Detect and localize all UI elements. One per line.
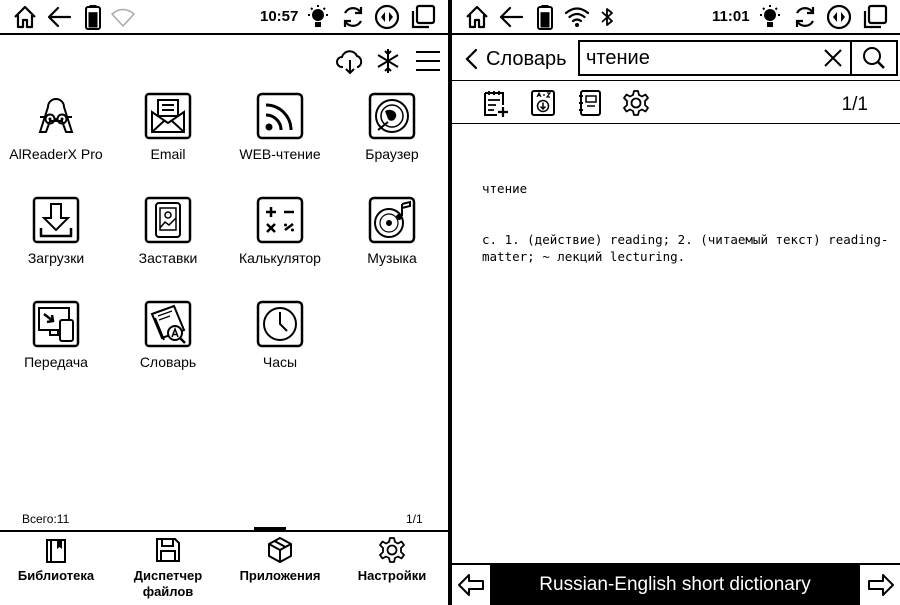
status-bar: 10:57: [0, 0, 448, 35]
bottom-navigation: Библиотека Диспетчер файлов Приложения Н: [0, 527, 448, 605]
back-arrow-icon[interactable]: [498, 4, 524, 30]
page-turn-icon[interactable]: [374, 4, 400, 30]
clock-icon: [256, 300, 304, 348]
nav-settings[interactable]: Настройки: [336, 532, 448, 584]
arrow-left-icon: [458, 574, 484, 596]
nav-file-manager[interactable]: Диспетчер файлов: [112, 532, 224, 600]
refresh-icon[interactable]: [340, 4, 366, 30]
dictionary-panel: 11:01 Словарь чтение 1/1 чтение с. 1. (д…: [452, 0, 900, 605]
home-icon[interactable]: [464, 4, 490, 30]
app-email[interactable]: Email: [112, 92, 224, 162]
multitask-icon[interactable]: [410, 4, 436, 30]
nav-label: Настройки: [357, 568, 427, 583]
rss-icon: [256, 92, 304, 140]
bluetooth-icon[interactable]: [594, 4, 620, 30]
arrow-right-icon: [868, 574, 894, 596]
app-dictionary[interactable]: Словарь: [112, 300, 224, 370]
close-icon[interactable]: [820, 45, 846, 71]
total-count: Всего:11: [22, 512, 70, 526]
active-tab-indicator: [254, 527, 286, 531]
dictionary-download-icon[interactable]: [529, 89, 557, 117]
refresh-icon[interactable]: [792, 4, 818, 30]
app-label: AlReaderX Pro: [9, 146, 103, 162]
app-label: Передача: [24, 354, 88, 370]
frontlight-icon[interactable]: [305, 4, 331, 30]
app-downloads[interactable]: Загрузки: [0, 196, 112, 266]
box-icon: [268, 537, 292, 563]
transfer-icon: [32, 300, 80, 348]
library-icon: [46, 539, 66, 563]
notes-icon[interactable]: [481, 89, 509, 117]
music-icon: [368, 196, 416, 244]
snowflake-icon[interactable]: [374, 47, 402, 75]
dictionary-toolbar: 1/1: [452, 82, 900, 124]
calculator-icon: [256, 196, 304, 244]
app-label: Музыка: [367, 250, 417, 266]
app-transfer[interactable]: Передача: [0, 300, 112, 370]
app-music[interactable]: Музыка: [336, 196, 448, 266]
dictionary-entry: чтение с. 1. (действие) reading; 2. (чит…: [482, 146, 894, 299]
battery-icon: [85, 5, 101, 30]
wifi-icon[interactable]: [564, 4, 590, 30]
page-indicator: 1/1: [406, 512, 423, 526]
app-clock[interactable]: Часы: [224, 300, 336, 370]
next-dictionary-button[interactable]: [862, 565, 900, 605]
nav-label: Приложения: [239, 568, 321, 583]
app-label: Часы: [262, 354, 298, 370]
entry-definition: с. 1. (действие) reading; 2. (читаемый т…: [482, 232, 889, 264]
downloads-icon: [32, 196, 80, 244]
home-icon[interactable]: [12, 4, 38, 30]
entry-headword: чтение: [482, 181, 528, 196]
cloud-download-icon[interactable]: [336, 47, 364, 75]
clock-time: 10:57: [260, 8, 299, 25]
nav-label: Библиотека: [17, 568, 95, 583]
back-label: Словарь: [486, 47, 567, 70]
multitask-icon[interactable]: [862, 4, 888, 30]
clock-time: 11:01: [712, 8, 750, 25]
dictionary-footer: Russian-English short dictionary: [452, 563, 900, 605]
notebook-icon[interactable]: [576, 89, 604, 117]
dictionary-name[interactable]: Russian-English short dictionary: [490, 565, 860, 605]
app-label: Словарь: [139, 354, 197, 370]
app-browser[interactable]: Браузер: [336, 92, 448, 162]
nav-label: Диспетчер файлов: [133, 568, 203, 599]
nav-library[interactable]: Библиотека: [0, 532, 112, 584]
browser-icon: [368, 92, 416, 140]
app-label: Браузер: [365, 146, 419, 162]
search-input[interactable]: [580, 42, 810, 74]
nav-apps[interactable]: Приложения: [224, 527, 336, 584]
app-web-reading[interactable]: WEB-чтение: [224, 92, 336, 162]
app-calculator[interactable]: Калькулятор: [224, 196, 336, 266]
app-label: Загрузки: [27, 250, 85, 266]
back-arrow-icon[interactable]: [46, 4, 72, 30]
gear-icon: [379, 537, 405, 563]
alreader-icon: [38, 97, 74, 133]
search-field: [578, 40, 850, 76]
page-indicator: 1/1: [841, 94, 868, 115]
search-button[interactable]: [850, 40, 898, 76]
dictionary-icon: [144, 300, 192, 348]
back-button[interactable]: Словарь: [464, 45, 567, 73]
chevron-left-icon: [465, 48, 478, 70]
screensaver-icon: [144, 196, 192, 244]
wifi-off-icon[interactable]: [110, 4, 136, 30]
search-icon: [863, 47, 885, 69]
app-label: Заставки: [138, 250, 198, 266]
app-screensavers[interactable]: Заставки: [112, 196, 224, 266]
page-turn-icon[interactable]: [826, 4, 852, 30]
frontlight-icon[interactable]: [757, 4, 783, 30]
previous-dictionary-button[interactable]: [452, 565, 490, 605]
app-label: WEB-чтение: [239, 146, 321, 162]
menu-icon[interactable]: [414, 47, 442, 75]
search-bar: Словарь: [452, 37, 900, 81]
save-icon: [156, 538, 180, 562]
status-bar: 11:01: [452, 0, 900, 35]
email-icon: [144, 92, 192, 140]
app-label: Email: [150, 146, 186, 162]
app-launcher-panel: 10:57 AlReaderX Pro Email WEB-чтение Бра…: [0, 0, 448, 605]
battery-icon: [537, 5, 553, 30]
app-alreaderx-pro[interactable]: AlReaderX Pro: [0, 92, 112, 162]
settings-icon[interactable]: [622, 89, 650, 117]
app-label: Калькулятор: [239, 250, 321, 266]
